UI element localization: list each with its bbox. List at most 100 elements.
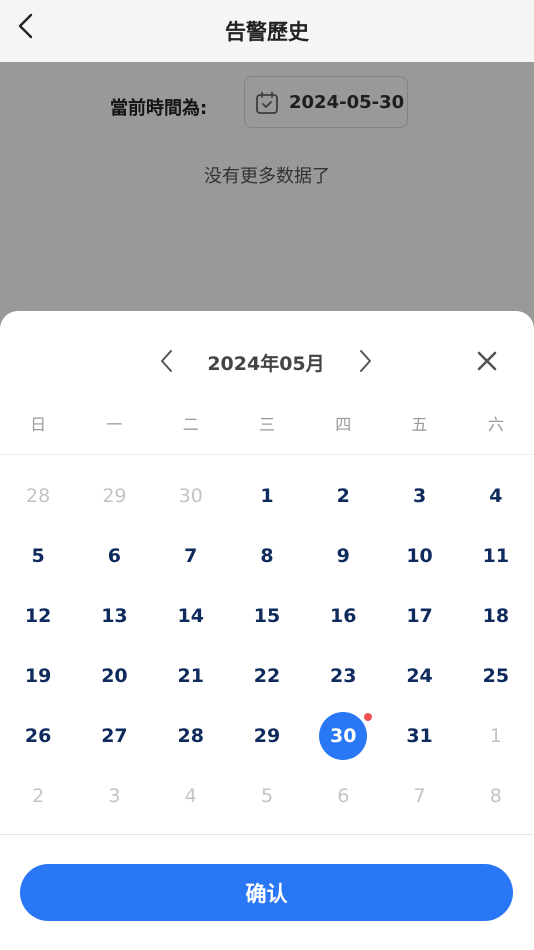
calendar-day[interactable]: 10: [381, 526, 457, 586]
calendar-day[interactable]: 22: [229, 646, 305, 706]
calendar-day-outside[interactable]: 29: [76, 466, 152, 526]
calendar-day-outside[interactable]: 4: [153, 766, 229, 826]
day-number: 3: [108, 785, 121, 807]
calendar-day[interactable]: 25: [458, 646, 534, 706]
calendar-day[interactable]: 8: [229, 526, 305, 586]
day-number: 7: [184, 545, 198, 567]
day-number: 6: [107, 545, 122, 567]
day-number: 31: [406, 725, 433, 747]
divider: [0, 454, 534, 455]
calendar-day[interactable]: 17: [381, 586, 457, 646]
day-number: 3: [412, 485, 427, 507]
day-number: 8: [260, 545, 274, 567]
day-number: 4: [489, 485, 503, 507]
calendar-day[interactable]: 5: [0, 526, 76, 586]
calendar-day[interactable]: 20: [76, 646, 152, 706]
close-icon[interactable]: [474, 348, 500, 374]
day-number: 10: [406, 545, 433, 567]
day-number: 11: [482, 545, 510, 567]
calendar-day-outside[interactable]: 7: [381, 766, 457, 826]
calendar-day[interactable]: 4: [458, 466, 534, 526]
calendar-day[interactable]: 14: [153, 586, 229, 646]
day-number: 28: [26, 485, 51, 507]
divider: [0, 834, 534, 835]
confirm-button[interactable]: 确认: [20, 864, 513, 921]
chevron-right-icon[interactable]: [354, 347, 376, 375]
day-number: 29: [102, 485, 127, 507]
day-number: 7: [413, 785, 426, 807]
calendar-day[interactable]: 16: [305, 586, 381, 646]
day-number: 28: [177, 725, 204, 747]
weekday-label: 六: [487, 415, 504, 434]
day-number: 1: [489, 725, 502, 747]
calendar-grid: 28 29 30 1 2 3 4 5 6 7 8 9 10 11 12 13 14 15 16 17 18 19 20 21 2…: [0, 466, 534, 826]
weekday-label: 二: [182, 415, 199, 434]
event-marker-dot: [364, 713, 373, 721]
day-number: 25: [482, 665, 510, 687]
calendar-day[interactable]: 27: [76, 706, 152, 766]
day-number: 12: [24, 605, 52, 627]
day-number: 19: [24, 665, 52, 687]
day-number: 18: [482, 605, 510, 627]
day-number: 21: [177, 665, 204, 687]
calendar-day[interactable]: 23: [305, 646, 381, 706]
calendar-day[interactable]: 3: [381, 466, 457, 526]
day-number: 22: [253, 665, 281, 687]
calendar-day[interactable]: 21: [153, 646, 229, 706]
day-number: 1: [260, 485, 274, 507]
weekday-label: 三: [258, 415, 275, 434]
calendar-day[interactable]: 6: [76, 526, 152, 586]
calendar-day-selected[interactable]: 30: [305, 706, 381, 766]
day-number: 26: [24, 725, 52, 747]
calendar-day[interactable]: 9: [305, 526, 381, 586]
calendar-day[interactable]: 7: [153, 526, 229, 586]
date-picker-sheet: 2024年05月 日一二三四五六 28 29 30 1 2 3 4 5 6 7 8 9 10 11 12 13…: [0, 311, 534, 950]
calendar-day-outside[interactable]: 28: [0, 466, 76, 526]
weekday-label: 四: [335, 415, 352, 434]
day-number: 24: [406, 665, 433, 687]
weekday-label: 五: [411, 415, 428, 434]
day-number: 2: [32, 785, 45, 807]
day-number: 5: [260, 785, 274, 807]
day-number: 17: [406, 605, 433, 627]
weekday-header: 日一二三四五六: [0, 411, 534, 441]
calendar-day-outside[interactable]: 2: [0, 766, 76, 826]
day-number: 16: [330, 605, 357, 627]
calendar-day[interactable]: 26: [0, 706, 76, 766]
calendar-day-outside[interactable]: 5: [229, 766, 305, 826]
month-title: 2024年05月: [207, 353, 325, 375]
header: 告警歷史: [0, 0, 534, 62]
day-number: 6: [337, 785, 350, 807]
calendar-day[interactable]: 15: [229, 586, 305, 646]
weekday-label: 日: [30, 415, 47, 434]
calendar-day-outside[interactable]: 30: [153, 466, 229, 526]
calendar-day-outside[interactable]: 6: [305, 766, 381, 826]
day-number: 15: [253, 605, 281, 627]
calendar-day-outside[interactable]: 3: [76, 766, 152, 826]
calendar-day-outside[interactable]: 1: [458, 706, 534, 766]
calendar-day[interactable]: 19: [0, 646, 76, 706]
calendar-day[interactable]: 31: [381, 706, 457, 766]
day-number: 23: [330, 665, 357, 687]
calendar-day[interactable]: 12: [0, 586, 76, 646]
calendar-day[interactable]: 2: [305, 466, 381, 526]
day-number: 13: [101, 605, 128, 627]
day-number: 2: [336, 485, 350, 507]
day-number: 20: [101, 665, 128, 687]
calendar-day-outside[interactable]: 8: [458, 766, 534, 826]
day-number: 14: [177, 605, 204, 627]
calendar-day[interactable]: 13: [76, 586, 152, 646]
weekday-label: 一: [106, 415, 123, 434]
calendar-day[interactable]: 18: [458, 586, 534, 646]
chevron-left-icon[interactable]: [156, 347, 178, 375]
day-number: 29: [253, 725, 281, 747]
page-title: 告警歷史: [225, 20, 309, 44]
day-number: 4: [184, 785, 197, 807]
calendar-day[interactable]: 28: [153, 706, 229, 766]
calendar-day[interactable]: 24: [381, 646, 457, 706]
day-number: 27: [101, 725, 128, 747]
day-number: 30: [319, 712, 368, 760]
calendar-day[interactable]: 29: [229, 706, 305, 766]
calendar-day[interactable]: 1: [229, 466, 305, 526]
calendar-day[interactable]: 11: [458, 526, 534, 586]
